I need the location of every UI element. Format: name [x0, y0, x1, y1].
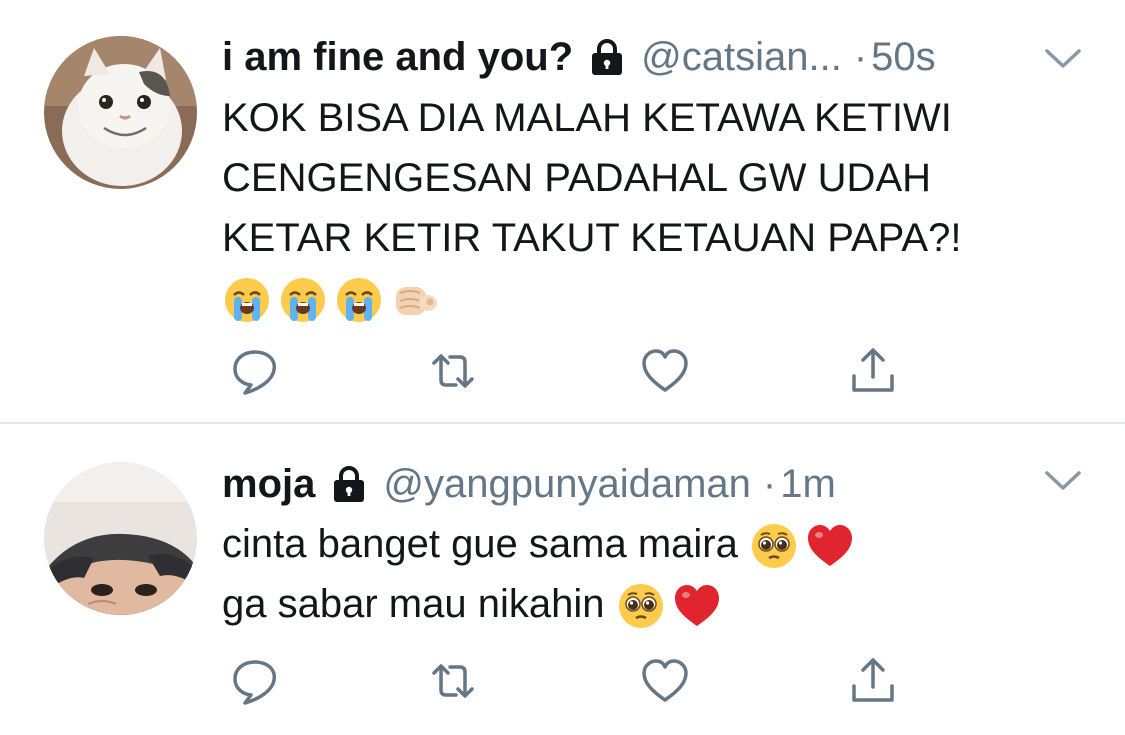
tweet[interactable]: moja @yangpunyaidaman · 1m cinta banget … [0, 424, 1125, 735]
tweet-text-line: KOK BISA DIA MALAH KETAWA KETIWI [222, 96, 952, 140]
red-heart-emoji [672, 581, 722, 631]
like-icon[interactable] [640, 346, 690, 396]
tweet-actions [230, 656, 930, 706]
like-icon[interactable] [640, 656, 690, 706]
lock-icon [329, 464, 369, 504]
chevron-down-icon[interactable] [1044, 470, 1082, 492]
display-name[interactable]: moja [222, 459, 315, 509]
avatar[interactable] [44, 462, 197, 615]
emoji-line [222, 268, 1082, 328]
tweet-header: i am fine and you? @catsian... · 50s [222, 32, 936, 82]
tweet-header: moja @yangpunyaidaman · 1m [222, 459, 836, 509]
avatar[interactable] [44, 36, 197, 189]
handle[interactable]: @yangpunyaidaman [383, 459, 751, 509]
loudly-crying-face-emoji [222, 275, 272, 325]
display-name[interactable]: i am fine and you? [222, 32, 573, 82]
tweet-text-segment: cinta banget gue sama maira [222, 522, 738, 566]
chevron-down-icon[interactable] [1044, 48, 1082, 70]
timestamp[interactable]: 1m [780, 459, 836, 509]
separator-dot: · [762, 462, 777, 506]
pleading-face-emoji [616, 581, 666, 631]
loudly-crying-face-emoji [334, 275, 384, 325]
lock-icon [587, 37, 627, 77]
handle[interactable]: @catsian... [641, 32, 842, 82]
pleading-face-emoji [749, 521, 799, 571]
timestamp[interactable]: 50s [871, 32, 936, 82]
loudly-crying-face-emoji [278, 275, 328, 325]
reply-icon[interactable] [230, 346, 280, 396]
tweet-text-line: KETAR KETIR TAKUT KETAUAN PAPA?! [222, 216, 962, 260]
share-icon[interactable] [848, 656, 898, 706]
tweet-actions [230, 346, 930, 396]
retweet-icon[interactable] [428, 656, 478, 706]
pointing-at-viewer-hand-emoji [390, 275, 440, 325]
reply-icon[interactable] [230, 656, 280, 706]
tweet-text-segment: ga sabar mau nikahin [222, 582, 605, 626]
red-heart-emoji [805, 521, 855, 571]
tweet-text: cinta banget gue sama maira ga sabar mau… [222, 514, 1082, 634]
retweet-icon[interactable] [428, 346, 478, 396]
tweet-text-line: CENGENGESAN PADAHAL GW UDAH [222, 156, 932, 200]
tweet-text-line: cinta banget gue sama maira [222, 514, 1082, 574]
tweet-text: KOK BISA DIA MALAH KETAWA KETIWI CENGENG… [222, 88, 1082, 328]
share-icon[interactable] [848, 346, 898, 396]
tweet-text-line: ga sabar mau nikahin [222, 574, 1082, 634]
separator-dot: · [853, 35, 868, 79]
tweet[interactable]: i am fine and you? @catsian... · 50s KOK… [0, 0, 1125, 424]
